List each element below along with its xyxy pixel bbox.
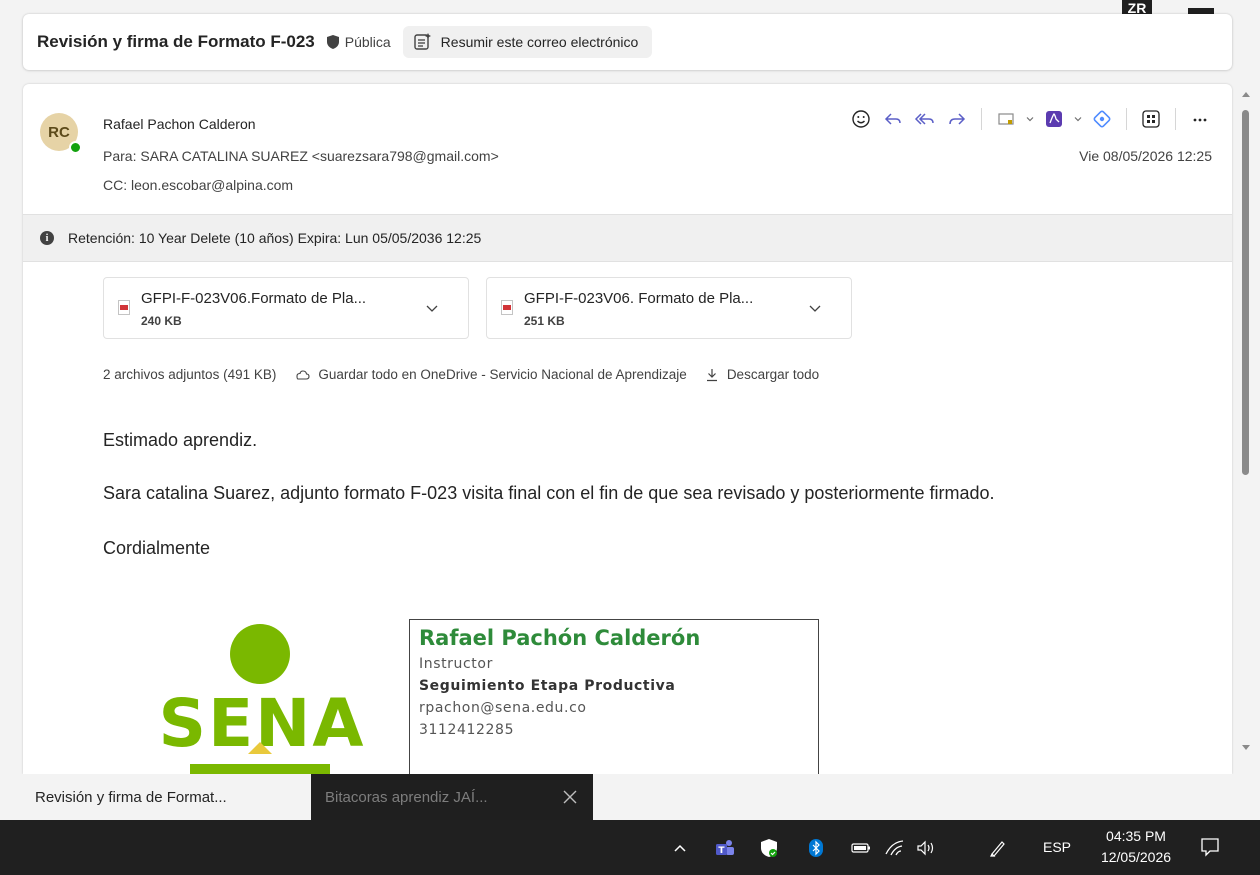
signature-role: Seguimiento Etapa Productiva [419, 678, 676, 694]
attachment-card[interactable]: GFPI-F-023V06. Formato de Pla... 251 KB [486, 277, 852, 339]
signature-email[interactable]: rpachon@sena.edu.co [419, 700, 818, 716]
bluetooth-tray-icon[interactable] [806, 837, 826, 859]
reply-button[interactable] [877, 106, 909, 132]
pdf-tool-icon [1046, 111, 1062, 127]
download-icon [706, 368, 717, 381]
sticky-note-dropdown[interactable] [1022, 106, 1038, 132]
teams-icon: T [716, 840, 734, 856]
summarize-label: Resumir este correo electrónico [440, 34, 639, 50]
toolbar-divider [1175, 108, 1176, 130]
apps-icon [1142, 110, 1160, 128]
scroll-up-arrow[interactable] [1242, 92, 1250, 97]
windows-taskbar: T ESP 04:35 PM 12/05/2026 [0, 820, 1260, 875]
wifi-tray-icon[interactable] [881, 837, 907, 859]
message-date: Vie 08/05/2026 12:25 [1079, 148, 1212, 164]
attachment-summary: 2 archivos adjuntos (491 KB) [103, 367, 277, 382]
info-icon: i [40, 231, 54, 245]
more-actions-button[interactable] [1184, 106, 1216, 132]
clock-time: 04:35 PM [1106, 828, 1166, 844]
forward-icon [949, 113, 966, 125]
sender-name[interactable]: Rafael Pachon Calderon [103, 116, 256, 132]
signature-phone: 3112412285 [419, 722, 515, 738]
sticky-note-button[interactable] [990, 106, 1022, 132]
toolbar-divider [1126, 108, 1127, 130]
message-reading-pane: RC Rafael Pachon Calderon Para: SARA CAT… [23, 84, 1232, 774]
retention-text: Retención: 10 Year Delete (10 años) Expi… [68, 230, 482, 246]
more-icon [1193, 118, 1207, 122]
reply-all-icon [914, 113, 934, 125]
teams-tray-icon[interactable]: T [713, 837, 737, 859]
cloud-icon [296, 369, 310, 380]
attachment-name: GFPI-F-023V06.Formato de Pla... [141, 290, 367, 307]
wifi-icon [885, 840, 904, 856]
message-toolbar [845, 106, 1216, 132]
pdf-file-icon [501, 300, 513, 315]
emoji-icon [852, 110, 870, 128]
retention-banner: i Retención: 10 Year Delete (10 años) Ex… [23, 214, 1232, 262]
body-closing: Cordialmente [103, 538, 211, 558]
sena-logo: SENA [159, 624, 363, 774]
speaker-icon [917, 840, 934, 856]
recipient-to[interactable]: Para: SARA CATALINA SUAREZ <suarezsara79… [103, 148, 499, 164]
save-to-onedrive-button[interactable]: Guardar todo en OneDrive - Servicio Naci… [294, 367, 687, 382]
toolbar-divider [981, 108, 982, 130]
apps-button[interactable] [1135, 106, 1167, 132]
bluetooth-icon [809, 839, 823, 857]
security-tray-icon[interactable] [759, 837, 779, 859]
chevron-down-icon [1026, 117, 1034, 122]
pen-icon [990, 841, 1005, 857]
attachment-card[interactable]: GFPI-F-023V06.Formato de Pla... 240 KB [103, 277, 469, 339]
attachment-size: 240 KB [141, 314, 182, 328]
recipient-cc[interactable]: CC: leon.escobar@alpina.com [103, 177, 293, 193]
copilot-summary-icon [413, 33, 431, 50]
loop-icon [1093, 110, 1111, 128]
emoji-reaction-button[interactable] [845, 106, 877, 132]
battery-icon [851, 843, 870, 853]
summarize-button[interactable]: Resumir este correo electrónico [402, 26, 653, 58]
visibility-label: Pública [344, 34, 391, 50]
notifications-icon[interactable] [1200, 837, 1220, 857]
pen-tray-icon[interactable] [987, 837, 1009, 859]
svg-text:T: T [718, 846, 725, 856]
attachment-name: GFPI-F-023V06. Formato de Pla... [524, 290, 754, 307]
loop-button[interactable] [1086, 106, 1118, 132]
show-hidden-icons-button[interactable] [669, 837, 691, 859]
scroll-thumb[interactable] [1242, 110, 1249, 475]
attachment-size: 251 KB [524, 314, 565, 328]
reading-pane-scrollbar[interactable] [1240, 84, 1252, 764]
forward-button[interactable] [941, 106, 973, 132]
pdf-file-icon [118, 300, 130, 315]
chevron-up-icon [674, 844, 686, 852]
tab-bitacoras[interactable]: Bitacoras aprendiz JAÍ... [311, 774, 593, 820]
pdf-tool-button[interactable] [1038, 106, 1070, 132]
shield-icon [326, 35, 339, 49]
body-paragraph: Sara catalina Suarez, adjunto formato F-… [103, 483, 995, 503]
presence-available-icon [69, 141, 82, 154]
scroll-down-arrow[interactable] [1242, 745, 1250, 750]
subject-title: Revisión y firma de Formato F-023 [37, 32, 315, 51]
chevron-down-icon[interactable] [807, 300, 823, 316]
attachment-actions: 2 archivos adjuntos (491 KB) Guardar tod… [103, 367, 837, 382]
subject-header: Revisión y firma de Formato F-023 Públic… [23, 14, 1232, 70]
open-items-tab-strip: Revisión y firma de Format... Bitacoras … [0, 774, 1260, 820]
volume-tray-icon[interactable] [913, 837, 939, 859]
clock-date: 12/05/2026 [1100, 849, 1172, 865]
download-all-button[interactable]: Descargar todo [705, 367, 819, 382]
reply-all-button[interactable] [909, 106, 941, 132]
input-language[interactable]: ESP [1043, 839, 1071, 855]
pdf-tool-dropdown[interactable] [1070, 106, 1086, 132]
shield-check-icon [761, 839, 777, 857]
signature-card: Rafael Pachón Calderón Instructor Seguim… [409, 619, 819, 774]
signature-title: Instructor [419, 656, 493, 672]
battery-tray-icon[interactable] [850, 837, 872, 859]
signature-name: Rafael Pachón Calderón [419, 626, 701, 650]
chevron-down-icon [1074, 117, 1082, 122]
reply-icon [884, 113, 901, 125]
sticky-note-icon [998, 113, 1014, 125]
body-greeting: Estimado aprendiz. [103, 430, 258, 450]
chevron-down-icon[interactable] [424, 300, 440, 316]
clock[interactable]: 04:35 PM 12/05/2026 [1091, 826, 1181, 868]
close-icon[interactable] [561, 788, 579, 806]
tab-current-message[interactable]: Revisión y firma de Format... [23, 774, 239, 820]
